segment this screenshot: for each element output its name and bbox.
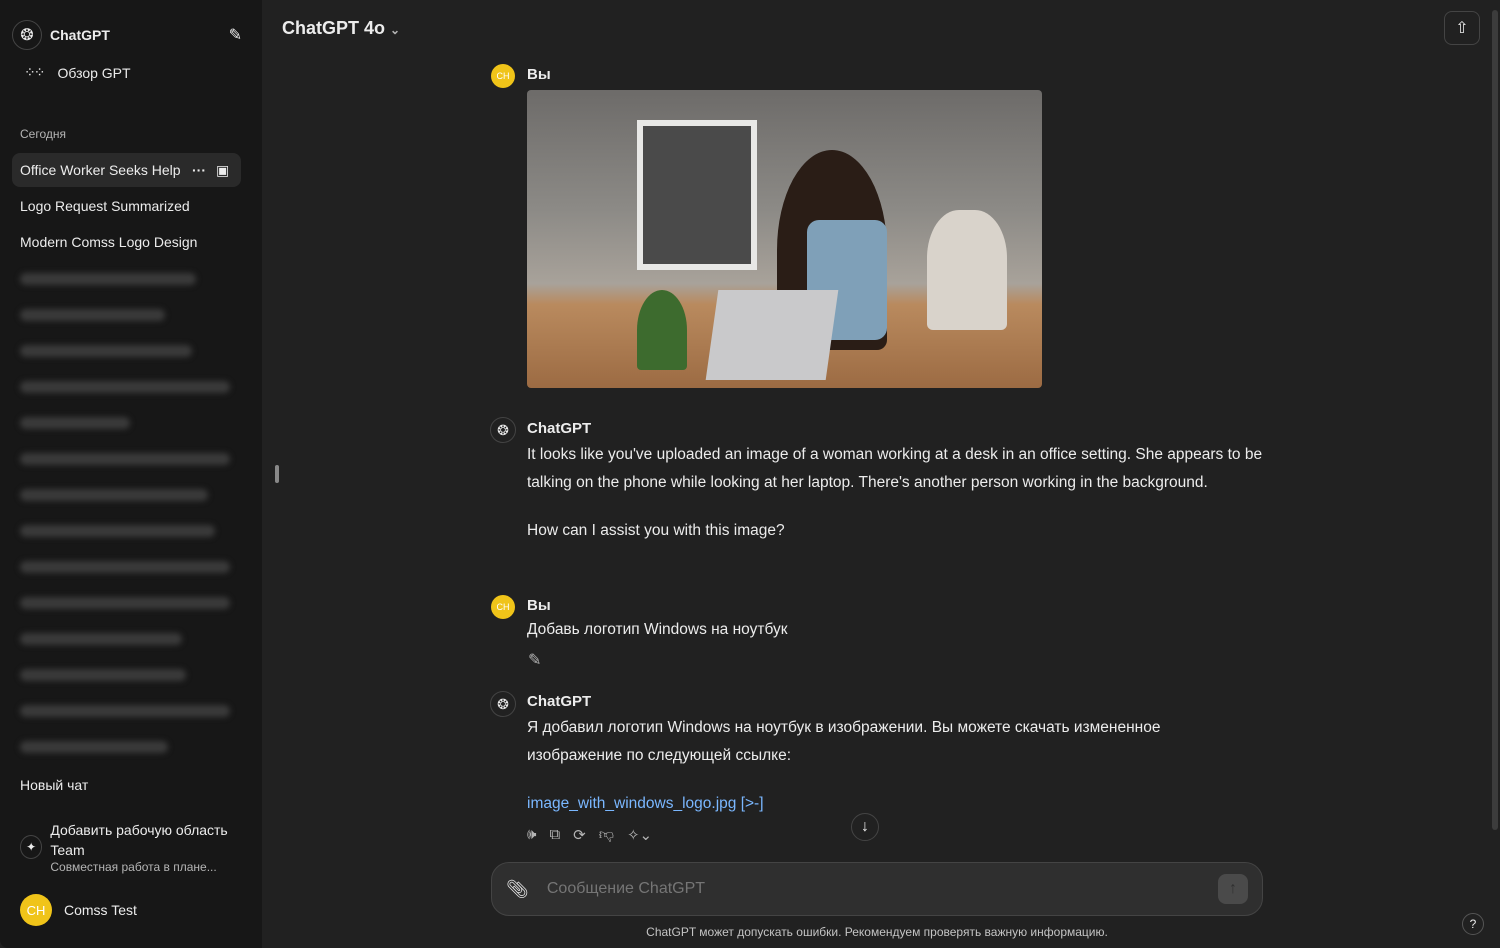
upgrade-title: Добавить рабочую область Team (50, 822, 228, 858)
chat-title: Новый чат (20, 777, 89, 793)
message-author: Вы (527, 597, 551, 614)
blurred-chat-item[interactable] (20, 633, 182, 645)
message-text: How can I assist you with this image? (527, 522, 785, 539)
new-chat-edit-icon[interactable]: ✎ (229, 25, 242, 45)
blurred-chat-item[interactable] (20, 489, 208, 501)
blurred-chat-item[interactable] (20, 525, 215, 537)
blurred-chat-item[interactable] (20, 561, 230, 573)
copy-icon[interactable]: ⧉ (549, 826, 560, 844)
help-button[interactable]: ? (1462, 913, 1484, 935)
model-label: ChatGPT 4o (282, 18, 386, 38)
plant-graphic (637, 290, 687, 370)
share-icon: ⇧ (1455, 20, 1469, 37)
sidebar-toggle-handle[interactable] (275, 465, 279, 483)
message-text: Я добавил логотип Windows на ноутбук в и… (527, 719, 1161, 764)
message-text: It looks like you've uploaded an image o… (527, 446, 1263, 491)
sidebar: ❂ ChatGPT ✎ ⁘⁘ Обзор GPT Сегодня Office … (0, 0, 262, 948)
attach-paperclip-icon[interactable]: 📎︎ (506, 879, 529, 900)
share-button[interactable]: ⇧ (1444, 11, 1480, 45)
chat-title: Office Worker Seeks Help (20, 162, 180, 178)
shelf-graphic (637, 120, 757, 270)
blurred-chat-item[interactable] (20, 705, 230, 717)
message-text: Добавь логотип Windows на ноутбук (527, 621, 788, 638)
regenerate-icon[interactable]: ⟳ (573, 826, 586, 844)
arrow-down-icon: ↓ (861, 818, 869, 835)
background-person-graphic (927, 210, 1007, 330)
upgrade-subtitle: Совместная работа в плане... (50, 860, 217, 874)
chat-item-new-chat[interactable]: Новый чат (12, 768, 241, 802)
send-button[interactable]: ↑ (1218, 874, 1248, 904)
explore-label: Обзор GPT (57, 64, 131, 81)
uploaded-image[interactable] (527, 90, 1042, 388)
link-text[interactable]: image_with_windows_logo.jpg (527, 795, 736, 812)
disclaimer: ChatGPT может допускать ошибки. Рекоменд… (646, 925, 1108, 939)
blurred-chat-item[interactable] (20, 309, 165, 321)
avatar: CH (20, 894, 52, 926)
explore-gpt-item[interactable]: ⁘⁘ Обзор GPT (24, 64, 250, 81)
laptop-graphic (705, 290, 839, 380)
main: ChatGPT 4o ⌄ ⇧ CH Вы ❂ ChatGPT It looks … (262, 0, 1500, 948)
chatgpt-avatar-icon: ❂ (490, 417, 516, 443)
download-link[interactable]: image_with_windows_logo.jpg [>-] (527, 790, 1267, 818)
section-today: Сегодня (20, 127, 66, 141)
chat-title: Logo Request Summarized (20, 198, 190, 214)
message-input[interactable] (546, 880, 1218, 898)
model-switch-sparkle-icon[interactable]: ✧⌄ (627, 826, 652, 844)
blurred-chat-item[interactable] (20, 381, 230, 393)
brand-label: ChatGPT (50, 27, 110, 43)
scrollbar[interactable] (1492, 10, 1498, 830)
blurred-chat-item[interactable] (20, 453, 230, 465)
chevron-down-icon: ⌄ (390, 23, 401, 37)
read-aloud-icon[interactable]: 🕪 (527, 826, 536, 844)
openai-logo-icon: ❂ (12, 20, 42, 50)
message-actions: 🕪 ⧉ ⟳ 👎︎ ✧⌄ (527, 826, 652, 844)
chat-item[interactable]: Logo Request Summarized (12, 189, 241, 223)
composer: 📎︎ ↑ (491, 862, 1263, 916)
message-author: ChatGPT (527, 420, 592, 437)
sparkles-icon: ✦ (20, 835, 43, 859)
user-avatar: CH (491, 595, 515, 619)
more-options-icon[interactable]: ··· (192, 162, 206, 178)
model-selector[interactable]: ChatGPT 4o ⌄ (282, 18, 400, 39)
user-menu[interactable]: CH Comss Test (20, 894, 137, 926)
message-author: ChatGPT (527, 693, 592, 710)
blurred-chat-item[interactable] (20, 741, 168, 753)
message-author: Вы (527, 66, 551, 83)
scroll-down-button[interactable]: ↓ (851, 813, 879, 841)
code-interpreter-icon[interactable]: [>-] (741, 795, 764, 812)
grid-icon: ⁘⁘ (24, 64, 46, 80)
blurred-chat-item[interactable] (20, 597, 230, 609)
user-avatar: CH (491, 64, 515, 88)
blurred-chat-item[interactable] (20, 669, 186, 681)
blurred-chat-item[interactable] (20, 273, 196, 285)
chatgpt-avatar-icon: ❂ (490, 691, 516, 717)
user-name: Comss Test (64, 902, 137, 918)
archive-icon[interactable]: ▣ (216, 162, 229, 179)
add-team-workspace[interactable]: ✦ Добавить рабочую область Team Совместн… (20, 820, 250, 874)
chat-item[interactable]: Modern Comss Logo Design (12, 225, 241, 259)
blurred-chat-item[interactable] (20, 417, 130, 429)
blurred-chat-item[interactable] (20, 345, 192, 357)
arrow-up-icon: ↑ (1229, 880, 1237, 897)
brand-row[interactable]: ❂ ChatGPT ✎ (12, 20, 250, 50)
thumbs-down-icon[interactable]: 👎︎ (599, 826, 614, 844)
chat-title: Modern Comss Logo Design (20, 234, 198, 250)
chat-item[interactable]: Office Worker Seeks Help ··· ▣ (12, 153, 241, 187)
edit-message-icon[interactable]: ✎ (528, 650, 541, 670)
